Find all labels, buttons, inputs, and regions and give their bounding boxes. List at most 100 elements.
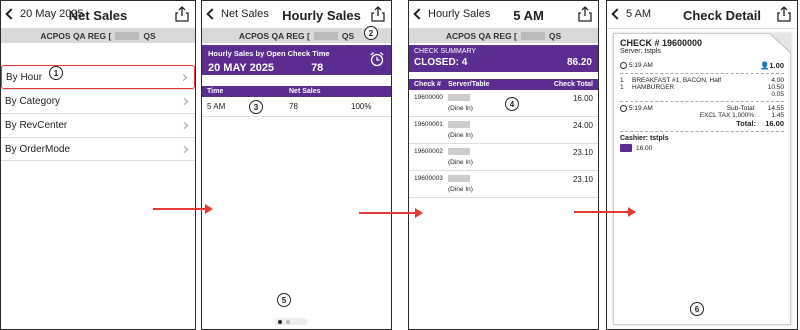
screen-title: Check Detail (682, 8, 762, 23)
redacted-block (115, 32, 140, 40)
check-list-screen: Hourly Sales 5 AM ACPOS QA REG [QS CHECK… (408, 0, 599, 330)
chevron-left-icon (413, 8, 425, 20)
credit-card-icon (620, 144, 632, 152)
row-check-number: 19600001 (414, 121, 443, 128)
clock-icon (620, 62, 627, 69)
table-row[interactable]: 19600000 (Dine In) 16.00 (409, 90, 598, 117)
card-count: 78 (311, 62, 324, 74)
item-amount: 10.50 (767, 84, 784, 91)
chevron-right-icon (179, 73, 188, 82)
report-list: By Hour By Category By RevCenter By Orde… (1, 65, 195, 161)
net-sales-screen: 20 May 2025 Net Sales ACPOS QA REG [ QS B… (0, 0, 196, 330)
tax-label: EXCL TAX 1,000%: (699, 112, 756, 119)
closed-total: 86.20 (566, 57, 592, 68)
hourly-sales-card: Hourly Sales by Open Check Time 20 MAY 2… (202, 45, 391, 75)
step-badge-1: 1 (49, 66, 63, 80)
check-rows: 19600000 (Dine In) 16.00 19600001 (Dine In) 2… (409, 90, 598, 198)
register-suffix: QS (143, 31, 156, 41)
redacted-block (448, 121, 470, 128)
list-item-label: By Category (5, 96, 61, 107)
divider (620, 131, 784, 132)
share-icon[interactable] (175, 6, 189, 22)
register-header: ACPOS QA REG [ QS (202, 29, 391, 43)
screen-title: Net Sales (68, 8, 128, 23)
tax-value: 1.45 (771, 112, 784, 119)
register-prefix: ACPOS QA REG [ (445, 31, 517, 41)
redacted-block (313, 32, 338, 40)
register-prefix: ACPOS QA REG [ (40, 31, 112, 41)
check-number: CHECK # 19600000 (620, 38, 703, 48)
total-label: Total: (736, 119, 756, 128)
close-time-row: 5:19 AM Sub-Total: 14.55 (620, 105, 784, 112)
item-row: 0.05 (620, 91, 784, 98)
list-item-by-ordermode[interactable]: By OrderMode (1, 137, 195, 161)
table-header: Time Net Sales (202, 86, 391, 97)
col-server-table: Server/Table (448, 81, 490, 88)
row-order-type: (Dine In) (448, 105, 473, 112)
receipt: CHECK # 19600000 Server: tstpls 5:19 AM … (613, 33, 791, 325)
card-title: Hourly Sales by Open Check Time (208, 49, 330, 58)
row-check-total: 24.00 (572, 121, 593, 130)
table-row[interactable]: 19600001 (Dine In) 24.00 (409, 117, 598, 144)
cashier: Cashier: tstpls (620, 135, 669, 142)
row-count: 78 (289, 102, 298, 111)
step-badge-4: 4 (505, 97, 519, 111)
list-item-by-category[interactable]: By Category (1, 89, 195, 113)
table-row[interactable]: 19600003 (Dine In) 23.10 (409, 171, 598, 198)
total-value: 16.00 (765, 119, 784, 128)
payment-row: 16.00 (620, 144, 784, 152)
row-check-total: 23.10 (572, 175, 593, 184)
server-name: Server: tstpls (620, 48, 661, 55)
nav-bar: 20 May 2025 Net Sales (1, 1, 195, 29)
list-item-label: By RevCenter (5, 120, 68, 131)
alarm-clock-icon (370, 52, 384, 67)
register-prefix: ACPOS QA REG [ (238, 31, 310, 41)
list-item-label: By OrderMode (5, 143, 71, 155)
register-suffix: QS (341, 31, 355, 41)
row-check-number: 19600002 (414, 148, 443, 155)
redacted-block (448, 148, 470, 155)
row-order-type: (Dine In) (448, 132, 473, 139)
item-amount: 0.05 (771, 91, 784, 98)
step-badge-2: 2 (364, 26, 378, 40)
item-list: 1 BREAKFAST #1, BACON, Half 4.00 1 HAMBURGER… (620, 77, 784, 98)
total-row: Total: 16.00 (620, 119, 784, 128)
row-check-total: 16.00 (572, 94, 593, 103)
col-check-total: Check Total (553, 81, 593, 88)
divider (620, 73, 784, 74)
item-qty (620, 91, 632, 98)
item-qty: 1 (620, 84, 624, 91)
redacted-block (448, 94, 470, 101)
list-item-by-hour[interactable]: By Hour (1, 65, 195, 89)
clock-icon (620, 105, 627, 112)
row-order-type: (Dine In) (448, 186, 473, 193)
table-row[interactable]: 5 AM 78 100% (202, 97, 391, 117)
nav-bar: Hourly Sales 5 AM (409, 1, 598, 29)
guest-count: 👤1.00 (760, 61, 784, 70)
share-icon[interactable] (371, 6, 385, 22)
list-item-label: By Hour (6, 71, 43, 83)
table-header: Check # Server/Table Check Total (409, 79, 598, 90)
redacted-block (448, 175, 470, 182)
flow-arrow (153, 204, 213, 214)
row-check-total: 23.10 (572, 148, 593, 157)
step-badge-3: 3 (249, 100, 263, 114)
tax-row: EXCL TAX 1,000%: 1.45 (620, 112, 784, 119)
item-row: 1 BREAKFAST #1, BACON, Half 4.00 (620, 77, 784, 84)
page-curl-icon (769, 33, 791, 53)
share-icon[interactable] (578, 6, 592, 22)
chevron-left-icon (611, 8, 623, 20)
table-row[interactable]: 19600002 (Dine In) 23.10 (409, 144, 598, 171)
row-check-number: 19600003 (414, 175, 443, 182)
item-name: BREAKFAST #1, BACON, Half (632, 77, 722, 84)
item-amount: 4.00 (771, 77, 784, 84)
back-button[interactable]: 5 AM (611, 8, 651, 20)
register-header: ACPOS QA REG [QS (409, 29, 598, 43)
guest-count-value: 1.00 (769, 61, 784, 70)
page-indicator[interactable] (274, 318, 308, 325)
row-time: 5 AM (207, 102, 226, 111)
chevron-right-icon (180, 121, 189, 130)
share-icon[interactable] (777, 6, 791, 22)
list-item-by-revcenter[interactable]: By RevCenter (1, 113, 195, 137)
register-header: ACPOS QA REG [ QS (1, 29, 195, 43)
